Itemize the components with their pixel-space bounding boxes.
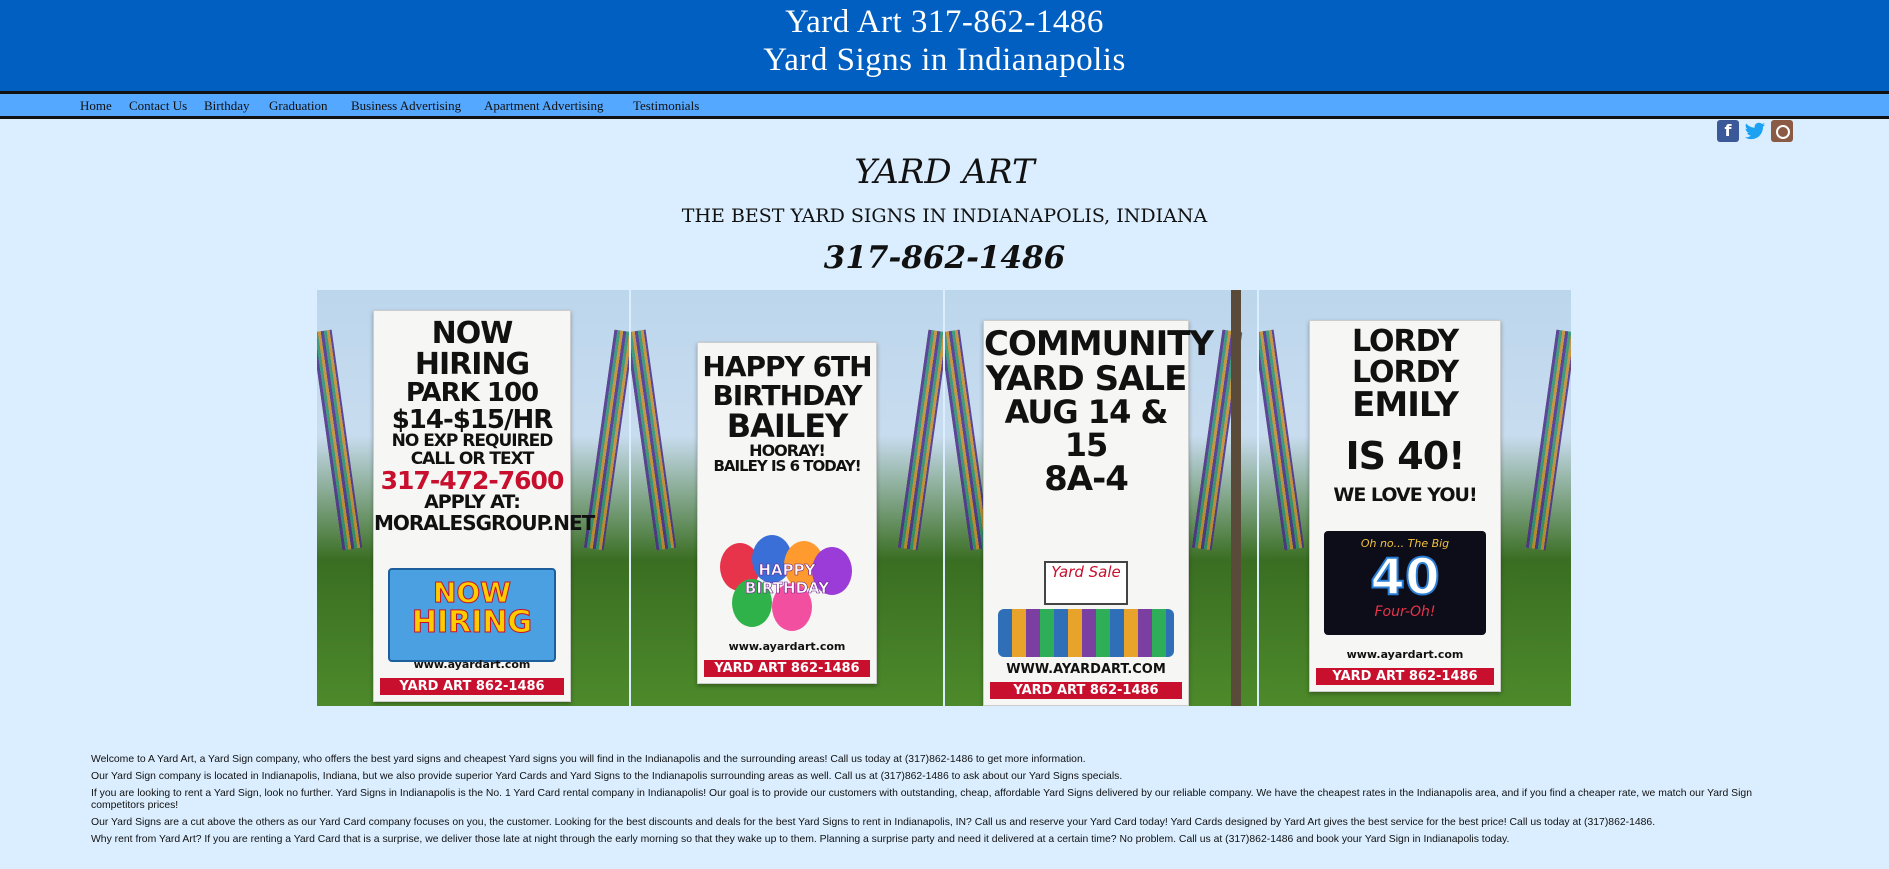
sign-line: EMILY bbox=[1352, 385, 1459, 426]
big-40-graphic: Oh no... The Big 40 Four-Oh! bbox=[1324, 531, 1486, 635]
birthday-balloons-graphic: HAPPY BIRTHDAY bbox=[712, 533, 862, 633]
sign-line: MORALESGROUP.NET bbox=[374, 510, 595, 535]
main-nav: Home Contact Us Birthday Graduation Busi… bbox=[0, 91, 1889, 119]
sign-line: BAILEY bbox=[726, 407, 848, 446]
sign-footer: YARD ART 862-1486 bbox=[990, 682, 1182, 699]
sign-line: 8A-4 bbox=[1044, 458, 1129, 499]
sign-board: LORDY LORDY EMILY IS 40! WE LOVE YOU! Oh… bbox=[1309, 320, 1501, 692]
sign-footer: YARD ART 862-1486 bbox=[380, 678, 564, 695]
paragraph: Our Yard Sign company is located in Indi… bbox=[91, 771, 1123, 782]
sign-line: WE LOVE YOU! bbox=[1333, 483, 1477, 506]
sign-line: NO EXP REQUIRED bbox=[391, 431, 554, 452]
sign-line: APPLY AT: bbox=[424, 491, 521, 514]
sign-line: BAILEY IS 6 TODAY! bbox=[713, 457, 861, 476]
paragraph: Our Yard Signs are a cut above the other… bbox=[91, 817, 1656, 828]
yard-sale-graphic: Yard Sale bbox=[998, 561, 1174, 661]
graphic-text: BIRTHDAY bbox=[744, 579, 830, 598]
sign-line: PARK 100 bbox=[405, 378, 539, 409]
sign-line: HAPPY 6TH bbox=[702, 350, 872, 383]
photo-now-hiring[interactable]: NOW HIRING PARK 100 $14-$15/HR NO EXP RE… bbox=[317, 290, 629, 706]
paragraph: Why rent from Yard Art? If you are renti… bbox=[91, 834, 1510, 845]
yard-sign-gallery: NOW HIRING PARK 100 $14-$15/HR NO EXP RE… bbox=[317, 290, 1572, 706]
brand-title: YARD ART bbox=[854, 152, 1035, 192]
sign-line: YARD SALE bbox=[985, 358, 1188, 399]
tassel-decoration bbox=[631, 329, 677, 551]
sign-board: COMMUNITY YARD SALE AUG 14 & 15 8A-4 Yar… bbox=[983, 320, 1214, 706]
twitter-icon[interactable] bbox=[1744, 120, 1766, 142]
sign-board: NOW HIRING PARK 100 $14-$15/HR NO EXP RE… bbox=[373, 310, 595, 702]
paragraph: If you are looking to rent a Yard Sign, … bbox=[91, 788, 1752, 811]
sign-line: BIRTHDAY bbox=[712, 378, 862, 412]
sign-url: WWW.AYARDART.COM bbox=[1006, 662, 1166, 677]
nav-business-advertising[interactable]: Business Advertising bbox=[351, 98, 461, 114]
brand-phone: 317-862-1486 bbox=[823, 240, 1066, 276]
sign-line: 317-472-7600 bbox=[380, 465, 565, 495]
sign-footer: YARD ART 862-1486 bbox=[1316, 668, 1494, 685]
intro-text: Welcome to A Yard Art, a Yard Sign compa… bbox=[91, 754, 1796, 851]
sign-line: IS 40! bbox=[1345, 433, 1466, 478]
graphic-text: HAPPY bbox=[758, 561, 816, 580]
photo-lordy-40[interactable]: LORDY LORDY EMILY IS 40! WE LOVE YOU! Oh… bbox=[1259, 290, 1571, 706]
nav-graduation[interactable]: Graduation bbox=[269, 98, 327, 114]
nav-home[interactable]: Home bbox=[80, 98, 112, 114]
now-hiring-graphic: NOW HIRING bbox=[388, 568, 556, 662]
sign-url: www.ayardart.com bbox=[1346, 648, 1464, 661]
nav-testimonials[interactable]: Testimonials bbox=[633, 98, 699, 114]
header-title: Yard Art 317-862-1486 bbox=[785, 4, 1104, 40]
sign-line: LORDY LORDY bbox=[1351, 324, 1459, 390]
graphic-text: 40 bbox=[1369, 548, 1441, 606]
site-header: Yard Art 317-862-1486 Yard Signs in Indi… bbox=[0, 0, 1889, 91]
nav-contact-us[interactable]: Contact Us bbox=[129, 98, 187, 114]
graphic-text: Four-Oh! bbox=[1374, 604, 1436, 620]
nav-birthday[interactable]: Birthday bbox=[204, 98, 250, 114]
graphic-text: HIRING bbox=[411, 605, 533, 641]
facebook-icon[interactable]: f bbox=[1717, 120, 1739, 142]
tassel-decoration bbox=[897, 329, 943, 551]
sign-board: HAPPY 6TH BIRTHDAY BAILEY HOORAY! BAILEY… bbox=[697, 342, 877, 684]
graphic-text: Yard Sale bbox=[1044, 561, 1128, 605]
sign-line: NOW HIRING bbox=[414, 316, 530, 382]
sign-footer: YARD ART 862-1486 bbox=[704, 660, 870, 677]
brand-subtitle: THE BEST YARD SIGNS IN INDIANAPOLIS, IND… bbox=[681, 205, 1208, 227]
paragraph: Welcome to A Yard Art, a Yard Sign compa… bbox=[91, 754, 1086, 765]
tassel-decoration bbox=[1259, 329, 1305, 551]
photo-happy-birthday[interactable]: HAPPY 6TH BIRTHDAY BAILEY HOORAY! BAILEY… bbox=[631, 290, 943, 706]
sign-line: $14-$15/HR bbox=[391, 404, 554, 435]
tassel-decoration bbox=[1525, 329, 1571, 551]
sign-url: www.ayardart.com bbox=[728, 640, 846, 653]
sign-line: AUG 14 & 15 bbox=[1004, 393, 1169, 464]
photo-yard-sale[interactable]: COMMUNITY YARD SALE AUG 14 & 15 8A-4 Yar… bbox=[945, 290, 1257, 706]
sign-line: COMMUNITY bbox=[984, 324, 1214, 364]
utility-pole bbox=[1231, 290, 1241, 706]
instagram-icon[interactable] bbox=[1771, 120, 1793, 142]
tassel-decoration bbox=[317, 329, 363, 551]
header-subtitle: Yard Signs in Indianapolis bbox=[763, 42, 1126, 78]
sign-url: www.ayardart.com bbox=[413, 658, 531, 671]
nav-apartment-advertising[interactable]: Apartment Advertising bbox=[484, 98, 604, 114]
